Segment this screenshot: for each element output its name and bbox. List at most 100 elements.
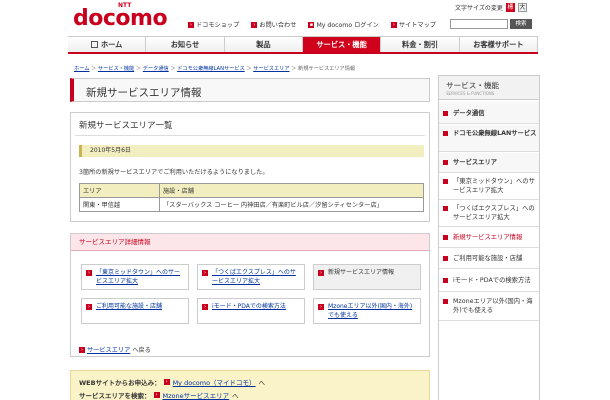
back-link-label[interactable]: サービスエリア — [87, 345, 130, 354]
card-imode-search[interactable]: › iモード・PDAでの検索方法 — [197, 298, 305, 324]
sidebar-item-label: Mzoneエリア以外(国内・海外)でも使える — [453, 298, 533, 314]
sidebar-item-facilities[interactable]: ご利用可能な施設・店舗 — [439, 249, 539, 269]
sidebar-item-label: 新規サービスエリア情報 — [453, 234, 523, 241]
sidebar-item-label: ドコモ公衆無線LANサービス — [453, 130, 537, 137]
page-title: 新規サービスエリア情報 — [86, 87, 202, 99]
nav-news[interactable]: お知らせ — [146, 37, 225, 52]
card-tsukuba-express[interactable]: › 「つくばエクスプレス」へのサービスエリア拡大 — [197, 264, 305, 290]
arrow-icon: › — [79, 346, 85, 353]
toplink-contact[interactable]: › お問い合わせ — [251, 20, 296, 29]
table-header-row: エリア 施設・店舗 — [79, 183, 424, 198]
site-search: 検索 — [450, 19, 532, 29]
table-cell: 関東・甲信越 — [79, 197, 160, 212]
sidebar: サービス・機能 SERVICES & FUNCTIONS データ通信 ドコモ公衆… — [438, 75, 540, 400]
nav-charges[interactable]: 料金・割引 — [381, 37, 460, 52]
back-link-suffix: へ戻る — [132, 347, 151, 354]
signup-box: WEBサイトからお申込み： › My docomo（マイドコモ） へ サービスエ… — [70, 370, 430, 400]
docomo-logo[interactable]: docomo — [73, 8, 168, 30]
sidebar-item-midtown[interactable]: 「東京ミッドタウン」へのサービスエリア拡大 — [439, 174, 539, 200]
card-label: 「東京ミッドタウン」へのサービスエリア拡大 — [96, 269, 181, 285]
card-label: 新規サービスエリア情報 — [328, 269, 395, 276]
arrow-icon: › — [153, 392, 160, 398]
font-size-control: 文字サイズの変更 標 大 — [455, 3, 527, 12]
nav-products[interactable]: 製品 — [224, 37, 303, 52]
toplink-label: お問い合わせ — [259, 22, 297, 29]
breadcrumb-link[interactable]: ドコモ公衆無線LANサービス — [177, 66, 245, 72]
nav-services[interactable]: サービス・機能 — [302, 37, 382, 52]
sidebar-item-new-area[interactable]: 新規サービスエリア情報 — [439, 228, 539, 248]
bullet-icon — [443, 160, 448, 165]
home-icon — [90, 41, 98, 48]
table-row: 関東・甲信越 「スターバックス コーヒー 内神田店／有楽町ビル店／汐留シティセン… — [79, 197, 424, 212]
toplink-label: ドコモショップ — [196, 22, 240, 29]
sidebar-item-data[interactable]: データ通信 — [439, 102, 539, 124]
page-title-box: 新規サービスエリア情報 — [70, 78, 430, 102]
font-size-label: 文字サイズの変更 — [455, 5, 503, 12]
bullet-icon — [443, 299, 448, 304]
card-mzone-outside[interactable]: › Mzoneエリア以外(国内・海外)でも使える — [313, 298, 421, 324]
sidebar-item-label: サービスエリア — [453, 159, 498, 166]
card-label: ご利用可能な施設・店舗 — [96, 303, 163, 310]
card-label: iモード・PDAでの検索方法 — [212, 303, 286, 310]
row-suffix: へ — [258, 379, 266, 387]
card-available-facilities[interactable]: › ご利用可能な施設・店舗 — [81, 298, 189, 324]
mydocomo-link[interactable]: My docomo（マイドコモ） — [173, 377, 256, 387]
date-bar: 2010年5月6日 — [79, 145, 424, 157]
detail-section: サービスエリア詳細情報 › 「東京ミッドタウン」へのサービスエリア拡大 › 「つくば… — [70, 233, 430, 357]
sidebar-item-service-area[interactable]: サービスエリア — [439, 153, 539, 173]
bullet-icon — [443, 206, 448, 211]
font-size-normal-button[interactable]: 標 — [505, 3, 515, 12]
sidebar-item-label: iモード・PDAでの検索方法 — [453, 277, 531, 284]
breadcrumb: ホーム ＞ サービス・機能 ＞ データ通信 ＞ ドコモ公衆無線LANサービス ＞… — [74, 66, 356, 72]
breadcrumb-link[interactable]: サービス・機能 — [98, 66, 134, 72]
sidebar-item-tsukuba[interactable]: 「つくばエクスプレス」へのサービスエリア拡大 — [439, 201, 539, 227]
arrow-icon: › — [318, 270, 324, 276]
toplink-shop[interactable]: › ドコモショップ — [188, 20, 239, 29]
sidebar-item-label: データ通信 — [453, 110, 485, 117]
breadcrumb-link[interactable]: データ通信 — [143, 66, 169, 72]
table-cell: 「スターバックス コーヒー 内神田店／有楽町ビル店／汐留シティセンター店」 — [159, 197, 424, 212]
sidebar-item-label: 「東京ミッドタウン」へのサービスエリア拡大 — [453, 178, 535, 194]
sidebar-item-imode[interactable]: iモード・PDAでの検索方法 — [439, 270, 539, 292]
search-input[interactable] — [450, 19, 508, 29]
nav-support[interactable]: お客様サポート — [459, 37, 538, 52]
sidebar-item-label: ご利用可能な施設・店舗 — [453, 255, 523, 262]
arrow-icon: › — [188, 21, 194, 28]
sidebar-subtitle: SERVICES & FUNCTIONS — [446, 91, 495, 96]
mzone-link[interactable]: Mzoneサービスエリア — [163, 390, 230, 400]
arrow-icon: › — [390, 21, 397, 28]
breadcrumb-link[interactable]: サービスエリア — [253, 66, 289, 72]
breadcrumb-current: 新規サービスエリア情報 — [298, 66, 356, 72]
font-size-large-button[interactable]: 大 — [517, 3, 527, 12]
row-label: WEBサイトからお申込み： — [79, 379, 161, 387]
search-button[interactable]: 検索 — [510, 19, 532, 29]
sidebar-item-mzone[interactable]: Mzoneエリア以外(国内・海外)でも使える — [439, 293, 539, 321]
bullet-icon — [443, 111, 448, 116]
column-header: エリア — [79, 183, 160, 198]
signup-row: WEBサイトからお申込み： › My docomo（マイドコモ） へ — [79, 377, 265, 387]
card-tokyo-midtown[interactable]: › 「東京ミッドタウン」へのサービスエリア拡大 — [81, 264, 189, 290]
toplink-sitemap[interactable]: › サイトマップ — [390, 20, 436, 29]
arrow-icon: › — [163, 379, 170, 385]
card-label: 「つくばエクスプレス」へのサービスエリア拡大 — [212, 269, 296, 285]
toplink-login[interactable]: ▪ My docomo ログイン — [308, 20, 379, 29]
sidebar-item-label: 「つくばエクスプレス」へのサービスエリア拡大 — [453, 205, 535, 221]
nav-home[interactable]: ホーム — [68, 37, 147, 52]
search-row: サービスエリアを検索： › Mzoneサービスエリア へ — [79, 390, 239, 400]
arrow-icon: › — [202, 304, 208, 310]
global-nav: ホーム お知らせ 製品 サービス・機能 料金・割引 お客様サポート — [68, 36, 538, 54]
section-heading: 新規サービスエリア一覧 — [79, 121, 173, 131]
sidebar-item-wlan[interactable]: ドコモ公衆無線LANサービス — [439, 125, 539, 152]
header-links: › ドコモショップ › お問い合わせ ▪ My docomo ログイン › サイトマップ — [188, 20, 436, 29]
arrow-icon: › — [318, 304, 324, 310]
nav-label: ホーム — [100, 39, 123, 49]
bullet-icon — [443, 235, 448, 240]
new-area-list-section: 新規サービスエリア一覧 2010年5月6日 3箇所の新規サービスエリアでご利用い… — [70, 112, 430, 222]
breadcrumb-link[interactable]: ホーム — [74, 66, 89, 72]
arrow-icon: › — [202, 270, 208, 276]
toplink-label: My docomo ログイン — [316, 22, 379, 29]
section-heading: サービスエリア詳細情報 — [71, 234, 429, 251]
arrow-icon: › — [86, 270, 92, 276]
back-link[interactable]: › サービスエリア へ戻る — [79, 345, 151, 354]
divider — [75, 135, 425, 136]
